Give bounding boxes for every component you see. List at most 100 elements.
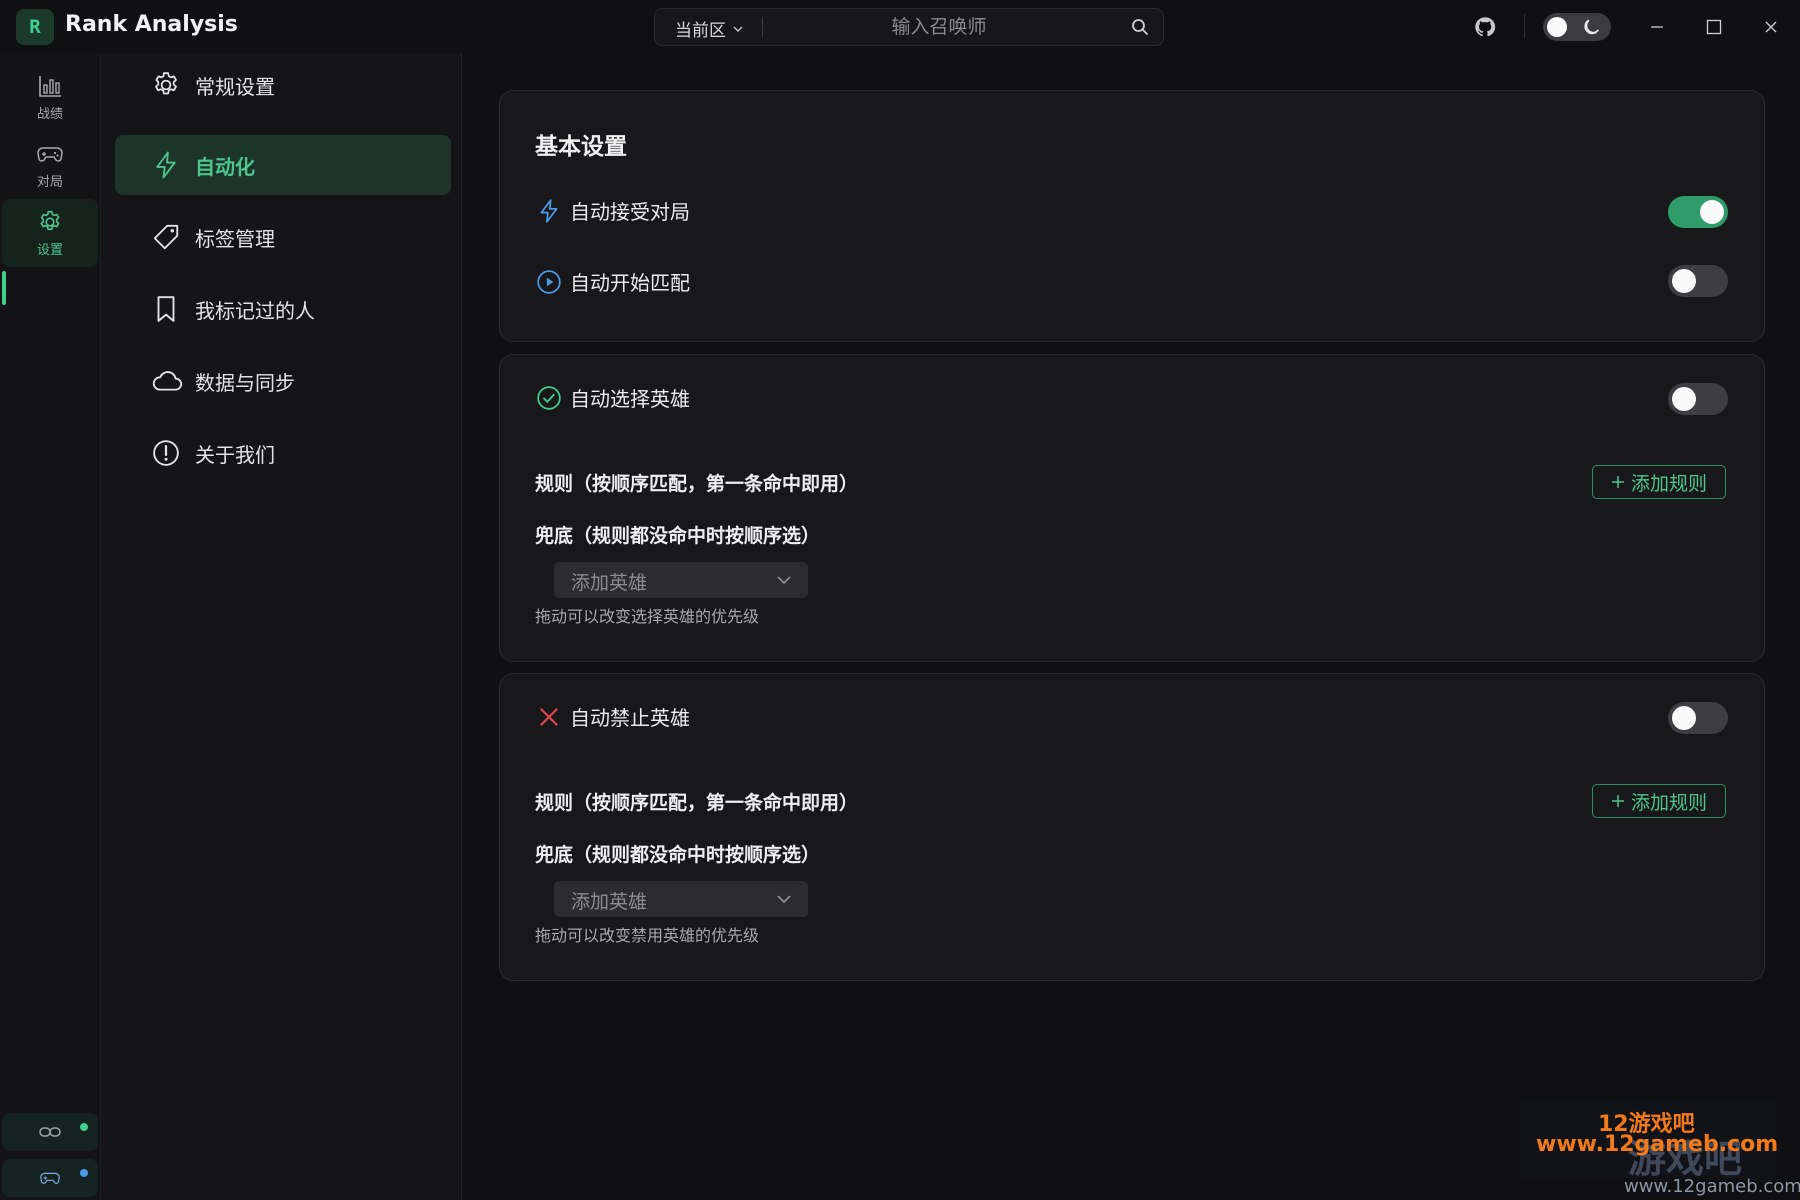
rail-item-stats[interactable]: 战绩 [2,63,98,131]
maximize-button[interactable] [1701,14,1727,40]
rail-active-indicator [2,271,6,305]
rail-item-label: 战绩 [36,106,63,122]
auto-ban-toggle[interactable] [1668,702,1728,734]
pick-add-rule-button[interactable]: 添加规则 [1592,465,1726,499]
rail-item-label: 设置 [36,242,63,258]
pick-rules-label: 规则（按顺序匹配，第一条命中即用） [535,473,859,495]
search-icon[interactable] [1131,18,1149,36]
region-select[interactable]: 当前区 [675,16,744,41]
connection-status-button[interactable] [2,1113,98,1151]
summoner-search-input[interactable] [767,13,1111,41]
subnav-item-label: 自动化 [195,154,255,179]
auto-ban-row: 自动禁止英雄 [536,702,690,731]
ban-hero-select[interactable]: 添加英雄 [554,881,808,917]
bar-chart-icon [39,75,61,97]
connection-status-dot [80,1123,88,1131]
check-circle-icon [537,385,561,410]
minimize-icon [1651,26,1663,28]
pick-hero-select[interactable]: 添加英雄 [554,562,808,598]
left-rail: 战绩 对局 设置 [0,53,101,1200]
title-bar: R Rank Analysis 当前区 [0,0,1800,53]
chevron-down-icon [733,26,743,32]
gamepad-icon [40,1172,60,1184]
link-icon [39,1127,61,1137]
maximize-icon [1706,19,1722,35]
github-icon[interactable] [1474,16,1496,38]
subnav-item-label: 数据与同步 [195,370,295,395]
add-rule-label: 添加规则 [1630,472,1707,495]
gear-icon [40,210,60,230]
auto-pick-card: 自动选择英雄 规则（按顺序匹配，第一条命中即用） 添加规则 兜底（规则都没命中时… [499,354,1765,662]
subnav-item-label: 常规设置 [195,74,275,99]
auto-pick-label: 自动选择英雄 [570,387,690,411]
toggle-knob [1672,269,1696,293]
auto-ban-card: 自动禁止英雄 规则（按顺序匹配，第一条命中即用） 添加规则 兜底（规则都没命中时… [499,673,1765,981]
hero-select-placeholder: 添加英雄 [571,891,648,913]
play-circle-icon [537,269,561,294]
auto-pick-toggle[interactable] [1668,383,1728,415]
subnav-item-marked-players[interactable]: 我标记过的人 [115,279,451,339]
minimize-button[interactable] [1644,14,1670,40]
card-title: 基本设置 [535,134,627,160]
app-logo: R [16,9,54,45]
auto-match-toggle[interactable] [1668,265,1728,297]
rail-item-match[interactable]: 对局 [2,131,98,199]
game-client-status-button[interactable] [2,1159,98,1197]
ban-rules-label: 规则（按顺序匹配，第一条命中即用） [535,792,859,814]
plus-icon [1611,795,1624,807]
subnav-item-general[interactable]: 常规设置 [115,55,451,115]
ban-add-rule-button[interactable]: 添加规则 [1592,784,1726,818]
pick-priority-hint: 拖动可以改变选择英雄的优先级 [535,607,760,626]
toggle-knob [1672,706,1696,730]
auto-pick-row: 自动选择英雄 [536,383,690,412]
auto-accept-row: 自动接受对局 [536,196,690,225]
lightning-icon [540,198,558,223]
rail-item-settings[interactable]: 设置 [2,199,98,267]
add-rule-label: 添加规则 [1630,791,1707,814]
info-icon [153,440,179,466]
settings-nav: 常规设置 自动化 标签管理 我标记过的人 数据与同步 关于我们 [101,53,462,1200]
tag-icon [153,224,179,250]
toggle-knob [1700,200,1724,224]
gear-icon [155,72,177,95]
close-button[interactable] [1758,14,1784,40]
auto-accept-toggle[interactable] [1668,196,1728,228]
gamepad-icon [37,146,63,162]
auto-accept-label: 自动接受对局 [570,200,690,224]
search-divider [762,17,763,37]
chevron-down-icon [777,576,791,585]
pick-fallback-label: 兜底（规则都没命中时按顺序选） [535,525,821,547]
chevron-down-icon [777,895,791,904]
theme-toggle[interactable] [1543,13,1611,41]
bookmark-icon [157,296,175,322]
summoner-search-bar: 当前区 [654,8,1164,46]
ban-fallback-label: 兜底（规则都没命中时按顺序选） [535,844,821,866]
rail-item-label: 对局 [36,174,63,190]
region-select-label: 当前区 [675,21,726,41]
subnav-item-tags[interactable]: 标签管理 [115,207,451,267]
toggle-knob [1672,387,1696,411]
cloud-icon [152,371,182,391]
plus-icon [1611,476,1624,488]
lightning-icon [156,151,176,179]
x-icon [540,707,558,726]
subnav-item-about[interactable]: 关于我们 [115,423,451,483]
auto-ban-label: 自动禁止英雄 [570,706,690,730]
watermark: 游戏吧 12游戏吧 www.12gameb.com [1520,1100,1779,1181]
hero-select-placeholder: 添加英雄 [571,572,648,594]
watermark-line2: www.12gameb.com [1536,1132,1779,1157]
auto-match-label: 自动开始匹配 [570,271,690,295]
titlebar-separator [1524,14,1525,38]
close-icon [1765,21,1777,33]
subnav-item-label: 标签管理 [195,226,275,251]
ban-priority-hint: 拖动可以改变禁用英雄的优先级 [535,926,760,945]
subnav-item-data-sync[interactable]: 数据与同步 [115,351,451,411]
watermark-url: www.12gameb.com [1624,1176,1800,1197]
basic-settings-card: 基本设置 自动接受对局 自动开始匹配 [499,90,1765,342]
theme-toggle-knob [1547,17,1567,37]
game-client-status-dot [80,1169,88,1177]
auto-match-row: 自动开始匹配 [536,267,690,296]
subnav-item-automation[interactable]: 自动化 [115,135,451,195]
subnav-item-label: 关于我们 [195,442,275,467]
app-title: Rank Analysis [65,12,238,37]
